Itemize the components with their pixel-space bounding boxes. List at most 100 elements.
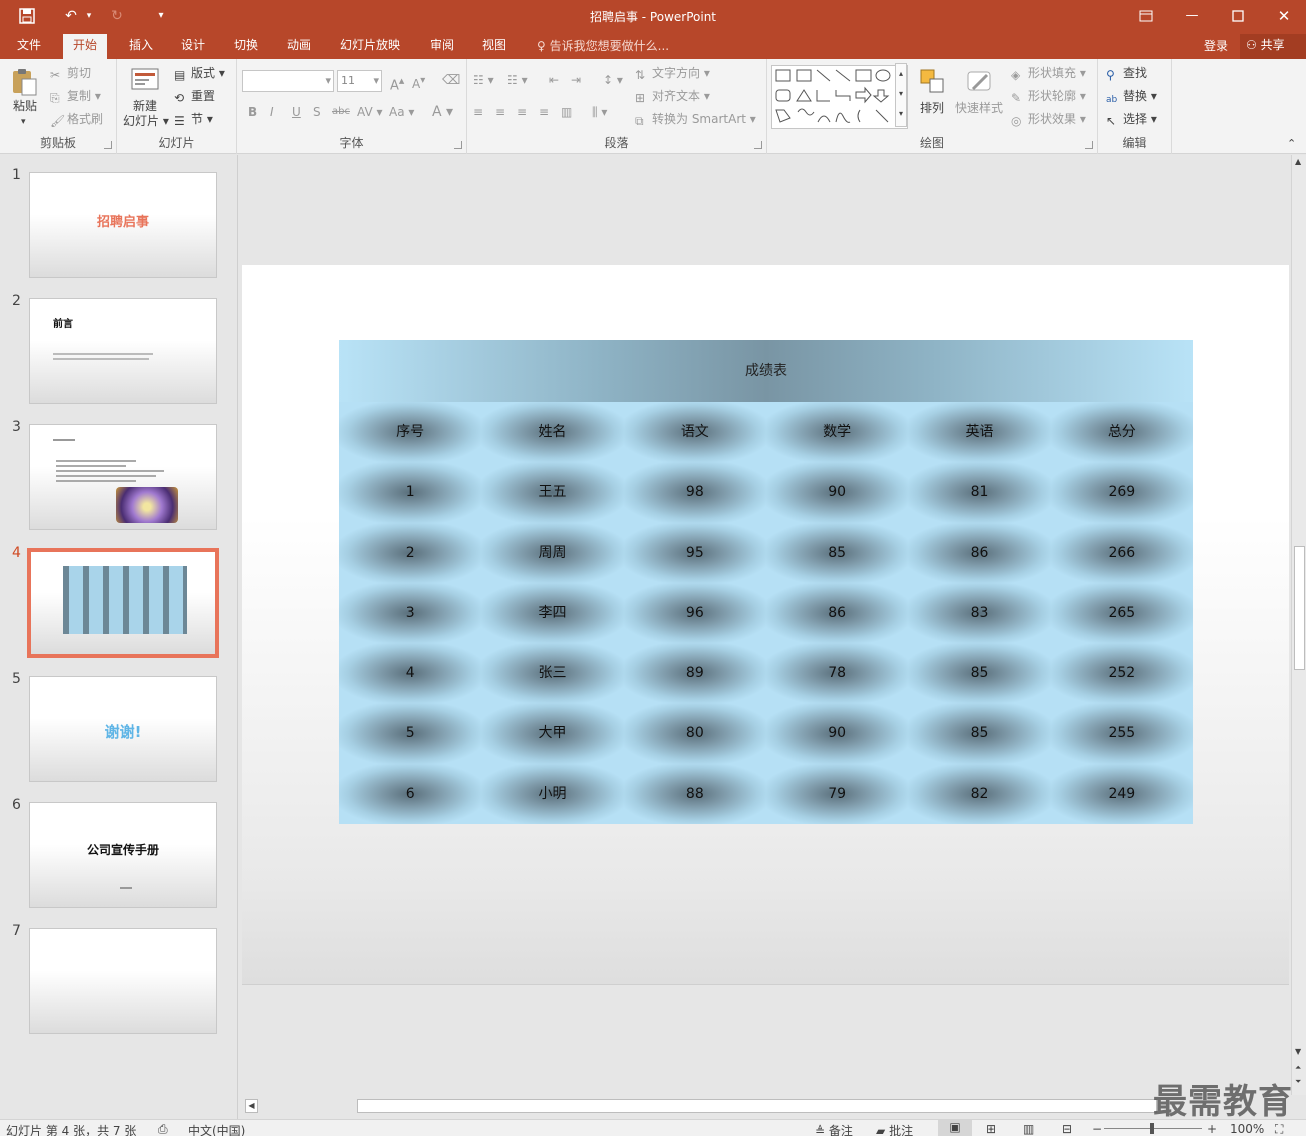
shape-outline-button[interactable]: ✎ 形状轮廓 ▾ (1011, 87, 1086, 105)
maximize-icon[interactable] (1225, 6, 1251, 26)
underline-icon[interactable]: U (292, 103, 301, 121)
find-button[interactable]: ⚲ 查找 (1106, 64, 1147, 82)
section-button[interactable]: ☰ 节 ▾ (174, 110, 213, 128)
table-cell[interactable]: 90 (766, 703, 909, 764)
table-cell[interactable]: 81 (908, 462, 1051, 523)
table-cell[interactable]: 82 (908, 763, 1051, 824)
table-cell[interactable]: 6 (339, 763, 482, 824)
paste-dropdown-icon[interactable]: ▾ (21, 113, 26, 131)
paragraph-launcher-icon[interactable] (754, 141, 762, 149)
font-launcher-icon[interactable] (454, 141, 462, 149)
table-cell[interactable]: 大甲 (481, 703, 624, 764)
ribbon-display-icon[interactable] (1133, 6, 1159, 26)
table-cell[interactable]: 98 (623, 462, 766, 523)
scroll-down-icon[interactable]: ▼ (1295, 1047, 1301, 1056)
paste-icon[interactable] (10, 67, 40, 97)
tab-design[interactable]: 设计 (181, 37, 205, 59)
normal-view-icon[interactable]: ▣ (938, 1120, 972, 1136)
table-cell[interactable]: 83 (908, 582, 1051, 644)
table-cell[interactable]: 4 (339, 643, 482, 704)
slideshow-icon[interactable]: ⊟ (1062, 1122, 1072, 1136)
replace-button[interactable]: ab 替换 ▾ (1106, 87, 1157, 105)
minimize-icon[interactable]: — (1179, 6, 1205, 26)
table-cell[interactable]: 5 (339, 703, 482, 764)
italic-icon[interactable]: I (270, 103, 274, 121)
table-cell[interactable]: 80 (623, 703, 766, 764)
table-cell[interactable]: 96 (623, 582, 766, 644)
font-name-input[interactable]: ▾ (242, 70, 334, 92)
vertical-scroll-thumb[interactable] (1294, 546, 1305, 670)
slide-thumbnail-2[interactable]: 前言 (29, 298, 217, 404)
share-button[interactable]: ⚇ 共享 (1240, 34, 1306, 59)
table-cell[interactable]: 3 (339, 582, 482, 644)
zoom-slider-thumb[interactable] (1150, 1123, 1154, 1134)
table-cell[interactable]: 周周 (481, 522, 624, 583)
tab-file[interactable]: 文件 (17, 37, 41, 59)
slide-sorter-icon[interactable]: ⊞ (986, 1122, 996, 1136)
table-cell[interactable]: 85 (766, 522, 909, 583)
tell-me-box[interactable]: ♀ 告诉我您想要做什么... (537, 37, 669, 54)
table-cell[interactable]: 86 (908, 522, 1051, 583)
table-cell[interactable]: 95 (623, 522, 766, 583)
clipboard-launcher-icon[interactable] (104, 141, 112, 149)
slide-thumbnail-4[interactable] (29, 550, 217, 656)
tab-animations[interactable]: 动画 (287, 37, 311, 59)
login-link[interactable]: 登录 (1204, 37, 1228, 54)
table-cell[interactable]: 252 (1050, 643, 1193, 704)
table-header-cell[interactable]: 数学 (766, 402, 909, 463)
tab-home[interactable]: 开始 (63, 34, 108, 59)
font-size-input[interactable]: 11 ▾ (337, 70, 382, 92)
tab-view[interactable]: 视图 (482, 37, 506, 59)
drawing-launcher-icon[interactable] (1085, 141, 1093, 149)
table-cell[interactable]: 张三 (481, 643, 624, 704)
strikethrough-icon[interactable]: abc (332, 103, 350, 121)
slide-thumbnail-1[interactable]: 招聘启事 (29, 172, 217, 278)
tab-transitions[interactable]: 切换 (234, 37, 258, 59)
format-painter-button[interactable]: 🖌 格式刷 (50, 110, 103, 128)
arrange-icon[interactable] (918, 67, 948, 97)
tab-insert[interactable]: 插入 (129, 37, 153, 59)
tab-slideshow[interactable]: 幻灯片放映 (340, 37, 400, 59)
new-slide-icon[interactable] (130, 65, 160, 95)
table-cell[interactable]: 266 (1050, 522, 1193, 583)
reading-view-icon[interactable]: ▥ (1023, 1122, 1034, 1136)
previous-slide-icon[interactable]: ⏶ (1295, 1063, 1301, 1073)
shadow-icon[interactable]: S (313, 103, 321, 121)
align-left-icon[interactable]: ≡ (473, 103, 483, 121)
table-cell[interactable]: 249 (1050, 763, 1193, 824)
layout-button[interactable]: ▤ 版式 ▾ (174, 64, 225, 82)
decrease-indent-icon[interactable]: ⇤ (549, 71, 559, 89)
shape-effects-button[interactable]: ◎ 形状效果 ▾ (1011, 110, 1086, 128)
table-header-cell[interactable]: 总分 (1050, 402, 1193, 463)
table-title[interactable]: 成绩表 (339, 340, 1193, 402)
char-spacing-icon[interactable]: AV ▾ (357, 103, 383, 121)
increase-indent-icon[interactable]: ⇥ (571, 71, 581, 89)
copy-button[interactable]: ⎘ 复制 ▾ (50, 87, 101, 105)
zoom-in-icon[interactable]: + (1207, 1122, 1217, 1136)
align-center-icon[interactable]: ≡ (495, 103, 505, 121)
shape-fill-button[interactable]: ◈ 形状填充 ▾ (1011, 64, 1086, 82)
horizontal-scrollbar[interactable]: ◀ (242, 1096, 1291, 1116)
table-cell[interactable]: 79 (766, 763, 909, 824)
line-spacing-icon[interactable]: ↕ ▾ (603, 71, 623, 89)
shapes-gallery[interactable] (771, 65, 908, 129)
distributed-icon[interactable]: ▥ (561, 103, 572, 121)
vertical-scrollbar[interactable]: ▲ ▼ ⏶ ⏷ (1291, 155, 1306, 1095)
comments-button[interactable]: ▰ 批注 (876, 1122, 913, 1136)
select-button[interactable]: ↖ 选择 ▾ (1106, 110, 1157, 128)
next-slide-icon[interactable]: ⏷ (1295, 1077, 1301, 1087)
table-cell[interactable]: 2 (339, 522, 482, 583)
table-cell[interactable]: 265 (1050, 582, 1193, 644)
change-case-icon[interactable]: Aa ▾ (389, 103, 414, 121)
scroll-left-icon[interactable]: ◀ (245, 1099, 258, 1113)
fit-to-window-icon[interactable]: ⛶ (1275, 1122, 1283, 1136)
table-header-cell[interactable]: 姓名 (481, 402, 624, 463)
spellcheck-icon[interactable]: ⎙ (158, 1122, 168, 1136)
table-cell[interactable]: 王五 (481, 462, 624, 523)
table-cell[interactable]: 李四 (481, 582, 624, 644)
shapes-scroll[interactable]: ▴ ▾ ▾ (895, 63, 907, 127)
slide-thumbnail-5[interactable]: 谢谢! (29, 676, 217, 782)
table-cell[interactable]: 85 (908, 643, 1051, 704)
columns-icon[interactable]: ⫼ ▾ (592, 103, 607, 121)
notes-button[interactable]: ≜ 备注 (815, 1122, 853, 1136)
